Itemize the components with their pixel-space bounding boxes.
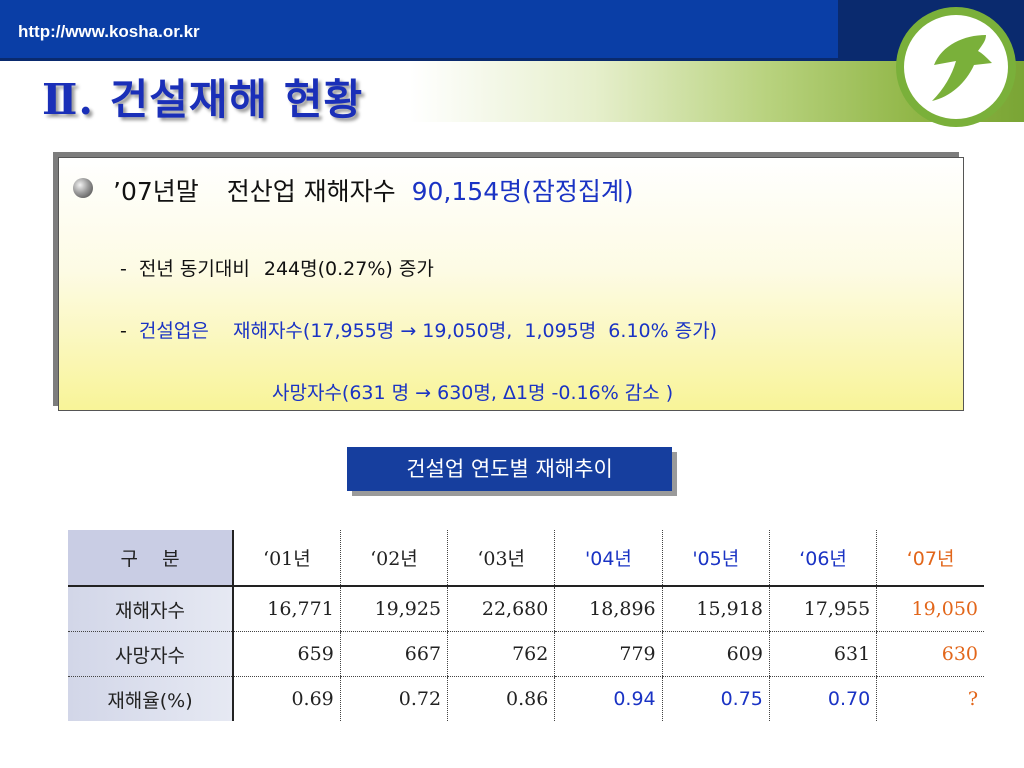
table-cell: ?	[876, 676, 984, 721]
construction-injuries: 건설업은 재해자수(17,955명 → 19,050명, 1,095명 6.10…	[138, 320, 718, 342]
header-category: 구 분	[68, 530, 234, 587]
summary-total: 90,154명(잠정집계)	[411, 177, 634, 206]
header-divider	[0, 58, 1024, 61]
table-cell: 19,050	[876, 586, 984, 632]
header-2005: '05년	[661, 530, 770, 587]
row-label-fatalities: 사망자수	[68, 631, 234, 677]
dash-marker: -	[120, 258, 127, 280]
section-label: 건설업 연도별 재해추이	[347, 447, 672, 491]
summary-line-fatalities: 사망자수(631 명 → 630명, Δ1명 -0.16% 감소 )	[272, 382, 674, 404]
table-cell: 667	[339, 631, 448, 677]
yoy-label: 전년 동기대비	[138, 258, 250, 280]
site-url[interactable]: http://www.kosha.or.kr	[18, 22, 200, 42]
summary-headline: ’07년말 전산업 재해자수 90,154명(잠정집계)	[113, 172, 634, 208]
table-cell: 779	[554, 631, 663, 677]
table-cell: 0.72	[339, 676, 448, 721]
table-cell: 17,955	[768, 586, 877, 632]
sphere-bullet-icon	[73, 178, 93, 198]
header-2003: ‘03년	[447, 530, 555, 587]
header-2007: ‘07년	[876, 530, 984, 587]
header-bar: http://www.kosha.or.kr	[0, 0, 838, 58]
row-label-injury-rate: 재해율(%)	[68, 676, 234, 721]
table-cell: 659	[232, 631, 341, 677]
table-cell: 16,771	[232, 586, 341, 632]
table-cell: 0.86	[447, 676, 555, 721]
table-row: 재해자수 16,771 19,925 22,680 18,896 15,918 …	[68, 586, 984, 632]
header-2002: ‘02년	[339, 530, 448, 587]
table-cell: 15,918	[661, 586, 770, 632]
table-cell: 0.69	[232, 676, 341, 721]
summary-year: ’07년말	[113, 177, 199, 206]
table-cell: 0.70	[768, 676, 877, 721]
table-cell: 0.75	[661, 676, 770, 721]
header-2001: ‘01년	[232, 530, 341, 587]
yearly-injury-table: 구 분 ‘01년 ‘02년 ‘03년 '04년 '05년 ‘06년 ‘07년 재…	[68, 530, 984, 721]
table-cell: 631	[768, 631, 877, 677]
table-cell: 609	[661, 631, 770, 677]
yoy-value: 244명(0.27%) 증가	[263, 258, 434, 280]
table-cell: 18,896	[554, 586, 663, 632]
table-row: 재해율(%) 0.69 0.72 0.86 0.94 0.75 0.70 ?	[68, 676, 984, 721]
table-cell: 630	[876, 631, 984, 677]
dash-marker: -	[120, 320, 127, 342]
kosha-logo-icon	[896, 7, 1016, 127]
table-cell: 22,680	[447, 586, 555, 632]
row-label-injured: 재해자수	[68, 586, 234, 632]
table-cell: 762	[447, 631, 555, 677]
summary-label: 전산업 재해자수	[226, 177, 396, 206]
page-title: Ⅱ. 건설재해 현황	[42, 75, 364, 124]
table-cell: 0.94	[554, 676, 663, 721]
summary-line-construction: - 건설업은 재해자수(17,955명 → 19,050명, 1,095명 6.…	[120, 316, 717, 343]
summary-line-yoy: - 전년 동기대비 244명(0.27%) 증가	[120, 254, 434, 281]
table-row: 사망자수 659 667 762 779 609 631 630	[68, 631, 984, 677]
table-header-row: 구 분 ‘01년 ‘02년 ‘03년 '04년 '05년 ‘06년 ‘07년	[68, 530, 984, 587]
table-cell: 19,925	[339, 586, 448, 632]
header-2006: ‘06년	[768, 530, 877, 587]
header-2004: '04년	[554, 530, 663, 587]
